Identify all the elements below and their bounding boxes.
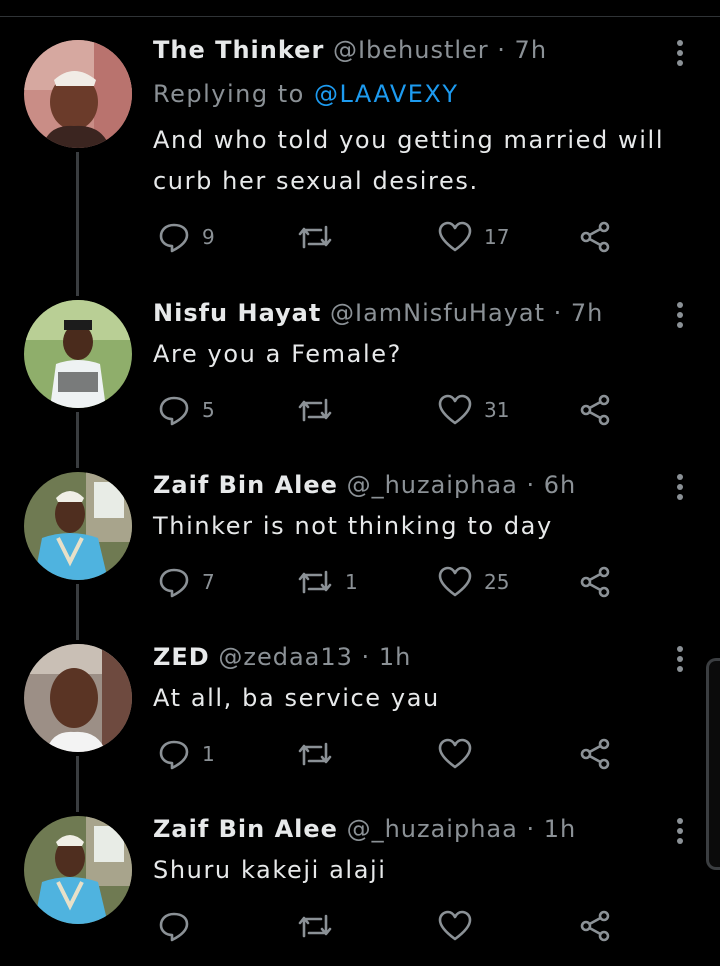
more-options-icon[interactable] [668, 642, 692, 676]
timestamp[interactable]: 1h [544, 815, 576, 843]
heart-icon [438, 738, 472, 769]
display-name[interactable]: Nisfu Hayat [153, 299, 321, 327]
reply-button[interactable]: 9 [158, 219, 215, 255]
display-name[interactable]: Zaif Bin Alee [153, 815, 338, 843]
reply-button[interactable]: 5 [158, 392, 215, 428]
reply-count: 7 [202, 570, 215, 594]
timestamp[interactable]: 6h [544, 471, 576, 499]
timestamp[interactable]: 7h [515, 36, 547, 64]
username[interactable]: @Ibehustler [333, 36, 489, 64]
avatar[interactable] [24, 40, 132, 148]
reply-button[interactable]: 7 [158, 564, 215, 600]
like-count: 17 [484, 225, 510, 249]
separator: · [517, 815, 544, 843]
tweet-text-line: At all, ba service yau [153, 684, 440, 712]
more-options-icon[interactable] [668, 298, 692, 332]
display-name[interactable]: Zaif Bin Alee [153, 471, 338, 499]
like-count: 31 [484, 398, 510, 422]
retweet-button[interactable] [297, 392, 345, 428]
timestamp[interactable]: 7h [571, 299, 603, 327]
share-icon [580, 910, 610, 942]
username[interactable]: @zedaa13 [218, 643, 353, 671]
reply-button[interactable]: 1 [158, 736, 215, 772]
tweet-text: Shuru kakeji alaji [153, 850, 387, 891]
username[interactable]: @_huzaiphaa [347, 471, 518, 499]
reply-count: 1 [202, 742, 215, 766]
retweet-count: 1 [345, 570, 358, 594]
reply-icon [159, 740, 189, 770]
share-icon [580, 221, 610, 253]
tweet-text-line: Shuru kakeji alaji [153, 856, 387, 884]
tweet-text-line: Are you a Female? [153, 340, 402, 368]
retweet-button[interactable] [297, 219, 345, 255]
username[interactable]: @_huzaiphaa [347, 815, 518, 843]
separator: · [488, 36, 515, 64]
reply-count: 5 [202, 398, 215, 422]
reply-icon [159, 396, 189, 426]
separator: · [545, 299, 571, 327]
like-button[interactable]: 25 [438, 564, 509, 600]
display-name[interactable]: The Thinker [153, 36, 324, 64]
share-button[interactable] [579, 908, 611, 944]
action-bar: 1 [0, 736, 720, 772]
share-button[interactable] [579, 392, 611, 428]
heart-icon [438, 394, 472, 425]
action-bar: 7 1 25 [0, 564, 720, 600]
action-bar [0, 908, 720, 944]
retweet-button[interactable] [297, 908, 345, 944]
username[interactable]: @IamNisfuHayat [330, 299, 545, 327]
retweet-button[interactable]: 1 [297, 564, 358, 600]
heart-icon [438, 566, 472, 597]
replying-to-label: Replying to [153, 80, 314, 108]
display-name[interactable]: ZED [153, 643, 210, 671]
share-button[interactable] [579, 219, 611, 255]
share-icon [580, 394, 610, 426]
share-icon [580, 738, 610, 770]
like-button[interactable] [438, 908, 484, 944]
share-icon [580, 566, 610, 598]
timestamp[interactable]: 1h [379, 643, 411, 671]
retweet-icon [298, 398, 332, 422]
retweet-icon [298, 742, 332, 766]
heart-icon [438, 910, 472, 941]
reply-icon [159, 223, 189, 253]
reply-count: 9 [202, 225, 215, 249]
tweet-text: Are you a Female? [153, 334, 402, 375]
scrollbar-handle[interactable] [706, 658, 720, 870]
share-button[interactable] [579, 564, 611, 600]
share-button[interactable] [579, 736, 611, 772]
tweet-text: At all, ba service yau [153, 678, 440, 719]
more-options-icon[interactable] [668, 814, 692, 848]
mention-link[interactable]: @LAAVEXY [314, 80, 459, 108]
more-options-icon[interactable] [668, 470, 692, 504]
action-bar: 5 31 [0, 392, 720, 428]
like-button[interactable] [438, 736, 484, 772]
separator: · [352, 643, 379, 671]
retweet-icon [298, 225, 332, 249]
reply-icon [159, 568, 189, 598]
retweet-button[interactable] [297, 736, 345, 772]
reply-icon [159, 912, 189, 942]
tweet-text-line: curb her sexual desires. [153, 167, 479, 195]
like-button[interactable]: 31 [438, 392, 509, 428]
tweet-text: Thinker is not thinking to day [153, 506, 553, 547]
retweet-icon [298, 914, 332, 938]
reply-button[interactable] [158, 908, 202, 944]
tweet-text: And who told you getting married will cu… [153, 120, 664, 202]
separator: · [517, 471, 544, 499]
tweet-text-line: Thinker is not thinking to day [153, 512, 553, 540]
top-divider [0, 16, 720, 17]
tweet-text-line: And who told you getting married will [153, 126, 665, 154]
like-button[interactable]: 17 [438, 219, 509, 255]
action-bar: 9 17 [0, 219, 720, 255]
more-options-icon[interactable] [668, 36, 692, 70]
retweet-icon [298, 570, 332, 594]
heart-icon [438, 221, 472, 252]
like-count: 25 [484, 570, 510, 594]
